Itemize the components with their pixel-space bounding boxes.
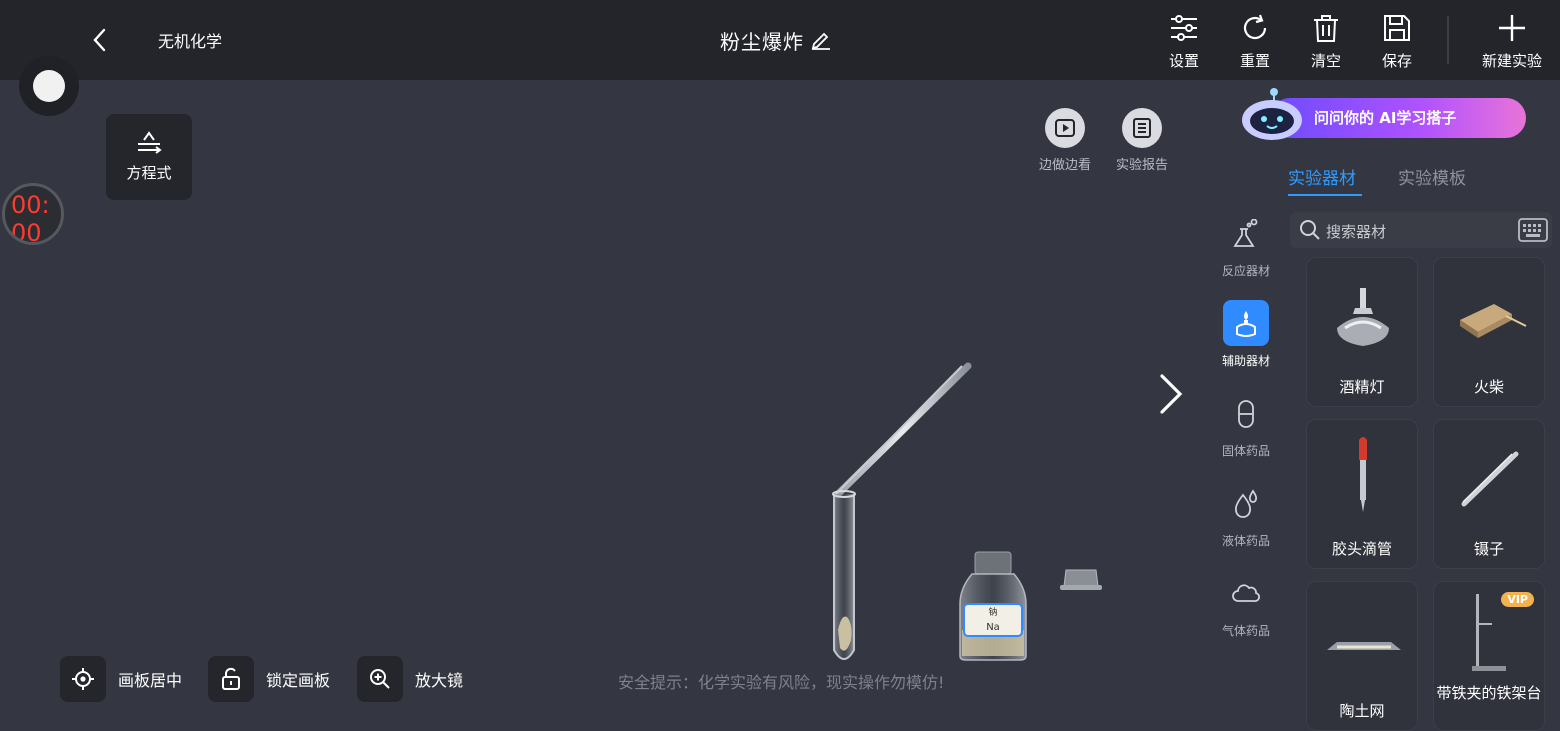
equipment-card-tweezers[interactable]: 镊子 — [1433, 419, 1545, 569]
cloud-icon — [1232, 584, 1260, 602]
equipment-label: 带铁夹的铁架台 — [1436, 684, 1542, 702]
clear-label: 清空 — [1310, 52, 1341, 70]
equipment-search[interactable]: 搜索器材 — [1290, 212, 1552, 248]
save-label: 保存 — [1381, 52, 1412, 70]
save-button[interactable]: 保存 — [1372, 12, 1422, 71]
iron-stand-image — [1472, 594, 1506, 671]
equipment-card-dropper[interactable]: 胶头滴管 — [1306, 419, 1418, 569]
flask-icon — [1233, 219, 1258, 247]
category-label: 辅助器材 — [1221, 354, 1270, 368]
category-auxiliary-equipment[interactable]: 辅助器材 — [1210, 300, 1282, 369]
equipment-label: 陶土网 — [1339, 702, 1385, 720]
settings-button[interactable]: 设置 — [1159, 12, 1209, 71]
lock-canvas-button[interactable]: 锁定画板 — [208, 656, 330, 702]
equipment-card-ceramic-gauze[interactable]: 陶土网 — [1306, 581, 1418, 731]
unlock-icon — [222, 667, 240, 690]
safety-notice: 安全提示：化学实验有风险，现实操作勿模仿! — [618, 673, 945, 692]
keyboard-icon[interactable] — [1518, 216, 1548, 244]
search-icon — [1300, 220, 1320, 240]
zoom-in-icon — [370, 669, 390, 689]
ai-robot-icon — [1242, 88, 1302, 140]
category-label: 固体药品 — [1221, 444, 1270, 458]
category-solid-reagents[interactable]: 固体药品 — [1210, 390, 1282, 459]
reset-icon — [1243, 14, 1267, 40]
equipment-label: 火柴 — [1473, 378, 1504, 396]
clear-button[interactable]: 清空 — [1301, 12, 1351, 71]
category-label: 反应器材 — [1221, 264, 1270, 278]
ai-banner-text: 问问你的 AI学习搭子 — [1314, 109, 1457, 127]
save-icon — [1384, 15, 1410, 41]
reset-label: 重置 — [1239, 52, 1270, 70]
new-experiment-label: 新建实验 — [1481, 52, 1542, 70]
equipment-label: 胶头滴管 — [1331, 540, 1392, 558]
matchbox-image — [1460, 304, 1527, 338]
equipment-label: 酒精灯 — [1339, 378, 1385, 396]
new-experiment-button[interactable]: 新建实验 — [1480, 12, 1544, 71]
equipment-card-matches[interactable]: 火柴 — [1433, 257, 1545, 407]
category-reaction-equipment[interactable]: 反应器材 — [1210, 210, 1282, 279]
category-liquid-reagents[interactable]: 液体药品 — [1210, 480, 1282, 549]
settings-sliders-icon — [1171, 15, 1197, 41]
alcohol-lamp-image — [1337, 288, 1389, 346]
equipment-card-iron-stand[interactable]: VIP 带铁夹的铁架台 — [1433, 581, 1545, 731]
trash-icon — [1314, 15, 1338, 42]
settings-label: 设置 — [1168, 52, 1199, 70]
center-canvas-button[interactable]: 画板居中 — [60, 656, 182, 702]
ceramic-gauze-image — [1327, 642, 1401, 650]
toolbar-divider — [1447, 16, 1449, 64]
magnifier-label: 放大镜 — [415, 671, 464, 690]
droplet-icon — [1234, 489, 1258, 518]
category-gas-reagents[interactable]: 气体药品 — [1210, 570, 1282, 639]
plus-icon — [1499, 15, 1525, 41]
alcohol-lamp-icon — [1236, 311, 1256, 337]
dropper-image — [1359, 437, 1367, 512]
test-tube[interactable] — [832, 490, 856, 660]
expand-panel-chevron-icon[interactable] — [1156, 372, 1186, 420]
bottle-stopper[interactable] — [1060, 569, 1102, 590]
category-label: 液体药品 — [1221, 534, 1270, 548]
equipment-label: 镊子 — [1473, 540, 1504, 558]
category-label: 气体药品 — [1221, 624, 1270, 638]
reset-button[interactable]: 重置 — [1230, 12, 1280, 71]
tab-templates[interactable]: 实验模板 — [1398, 164, 1466, 189]
capsule-icon — [1238, 400, 1254, 428]
tab-equipment[interactable]: 实验器材 — [1288, 164, 1362, 196]
sodium-reagent-bottle[interactable]: 钠 Na — [959, 551, 1027, 661]
search-placeholder: 搜索器材 — [1326, 223, 1387, 241]
center-canvas-label: 画板居中 — [118, 671, 183, 690]
tweezers[interactable] — [834, 362, 972, 498]
crosshair-icon — [72, 668, 94, 690]
bottle-label-cn: 钠 — [988, 606, 997, 618]
tweezers-image — [1461, 451, 1519, 507]
ai-assistant-banner[interactable]: 问问你的 AI学习搭子 — [1236, 86, 1526, 146]
bottle-label-formula: Na — [986, 622, 1000, 633]
experiment-bench: 钠 Na — [832, 362, 1102, 661]
magnifier-button[interactable]: 放大镜 — [357, 656, 463, 702]
lock-canvas-label: 锁定画板 — [266, 671, 331, 690]
equipment-card-alcohol-lamp[interactable]: 酒精灯 — [1306, 257, 1418, 407]
